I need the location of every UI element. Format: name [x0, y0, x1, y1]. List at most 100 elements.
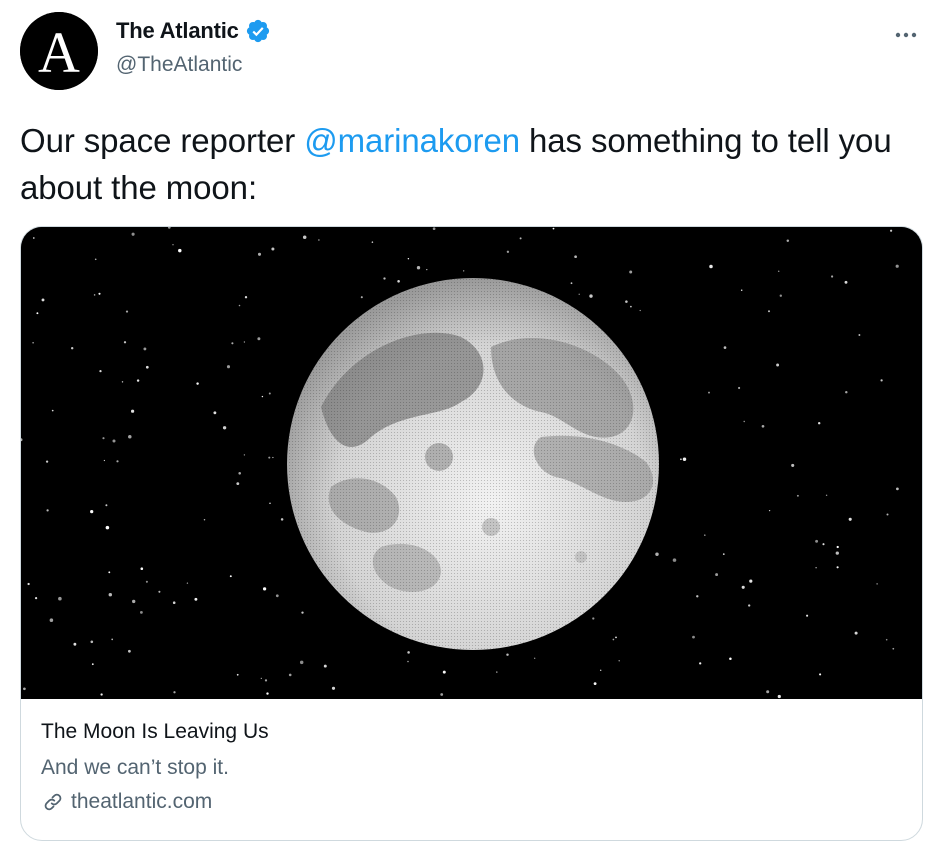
star: [121, 381, 124, 383]
star: [301, 611, 304, 614]
star: [709, 264, 713, 269]
star: [257, 337, 261, 341]
star: [46, 509, 49, 512]
star: [574, 255, 577, 259]
star: [272, 456, 274, 459]
star: [704, 534, 706, 536]
star: [845, 390, 848, 394]
star: [173, 691, 176, 694]
star: [238, 472, 241, 475]
star: [463, 270, 465, 272]
star: [112, 439, 116, 443]
star: [639, 309, 641, 312]
tweet-text: Our space reporter @marinakoren has some…: [20, 117, 920, 211]
star: [51, 409, 54, 412]
star: [629, 270, 633, 274]
star: [99, 369, 102, 373]
star: [226, 365, 231, 369]
star: [822, 543, 825, 546]
star: [318, 239, 320, 241]
star: [131, 409, 135, 413]
star: [299, 660, 304, 665]
star: [630, 305, 632, 308]
star: [593, 682, 597, 686]
star: [618, 660, 620, 662]
star: [229, 575, 232, 578]
star: [825, 494, 828, 496]
star: [589, 294, 593, 298]
star: [796, 494, 799, 497]
author-name-row: The Atlantic: [116, 18, 271, 44]
star: [105, 525, 110, 530]
star: [131, 232, 135, 236]
star: [442, 670, 446, 674]
star: [506, 250, 510, 253]
star: [612, 638, 615, 641]
star: [776, 363, 780, 367]
star: [145, 580, 148, 583]
star: [331, 686, 336, 690]
star: [145, 365, 149, 369]
star: [236, 482, 240, 486]
star: [767, 310, 771, 313]
star: [854, 631, 858, 635]
star: [238, 304, 241, 307]
author-handle[interactable]: @TheAtlantic: [116, 53, 242, 77]
author-display-name[interactable]: The Atlantic: [116, 18, 239, 44]
star: [111, 638, 114, 641]
star: [692, 635, 695, 639]
star: [836, 566, 839, 569]
star: [94, 258, 97, 261]
star: [32, 237, 35, 239]
author-avatar[interactable]: A: [20, 12, 98, 90]
star: [895, 264, 899, 268]
star: [858, 334, 861, 336]
star: [708, 391, 710, 394]
card-domain[interactable]: theatlantic.com: [71, 790, 212, 814]
star: [880, 379, 883, 382]
star: [123, 341, 127, 344]
star: [570, 282, 573, 285]
star: [397, 280, 400, 283]
star: [383, 277, 386, 280]
star: [128, 649, 131, 653]
star: [761, 424, 765, 428]
link-card[interactable]: The Moon Is Leaving Us And we can’t stop…: [20, 226, 923, 841]
star: [268, 456, 271, 459]
star: [125, 310, 129, 313]
star: [743, 420, 745, 423]
star: [831, 275, 834, 278]
link-icon: [44, 793, 62, 811]
mention-link[interactable]: @marinakoren: [304, 122, 520, 159]
star: [723, 346, 727, 349]
star: [848, 517, 852, 521]
star: [108, 592, 113, 597]
star: [45, 460, 49, 463]
star: [426, 268, 428, 271]
star: [672, 558, 677, 562]
star: [323, 664, 327, 668]
star: [116, 460, 119, 463]
star: [699, 662, 702, 665]
star: [23, 687, 26, 691]
star: [41, 298, 45, 302]
star: [876, 583, 878, 585]
card-image: [21, 227, 922, 699]
star: [236, 673, 239, 676]
star: [496, 671, 498, 673]
star: [779, 294, 782, 297]
more-options-button[interactable]: [888, 20, 928, 50]
star: [777, 270, 780, 273]
star: [791, 463, 795, 467]
star: [280, 518, 284, 521]
tweet-text-before: Our space reporter: [20, 122, 305, 159]
star: [231, 342, 234, 345]
star: [213, 411, 217, 415]
star: [128, 434, 132, 439]
star: [186, 582, 189, 584]
star: [786, 239, 790, 242]
star: [896, 487, 899, 491]
star: [835, 551, 839, 555]
card-domain-row: theatlantic.com: [41, 790, 901, 814]
card-title: The Moon Is Leaving Us: [41, 720, 269, 743]
